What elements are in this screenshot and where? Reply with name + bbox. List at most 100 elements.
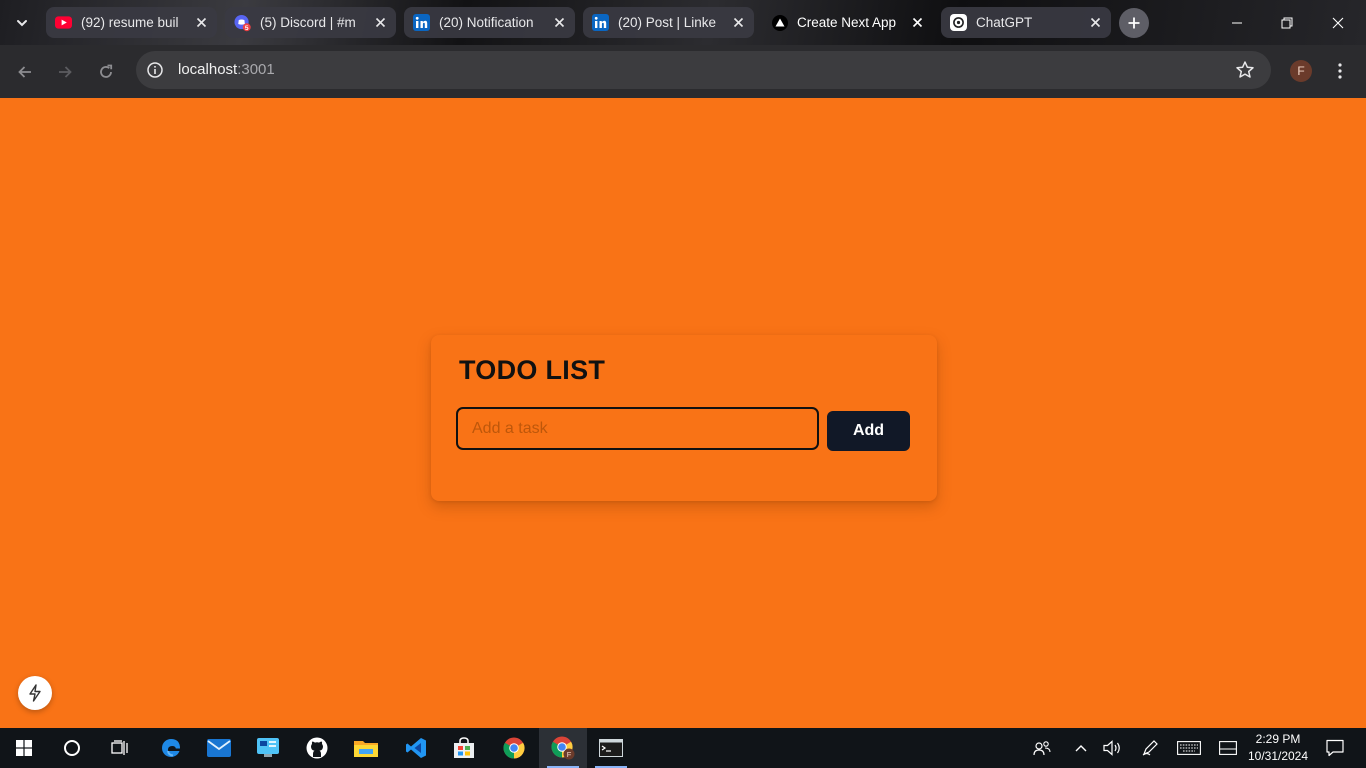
restore-icon <box>1281 17 1293 29</box>
discord-icon: 5 <box>234 14 251 31</box>
taskbar-control-panel[interactable] <box>244 728 292 768</box>
tray-people[interactable] <box>1029 728 1055 768</box>
tab-create-next-app[interactable]: Create Next App <box>762 7 933 38</box>
tab-title: Create Next App <box>797 15 897 30</box>
tab-title: (20) Notification <box>439 15 534 30</box>
control-panel-icon <box>257 738 279 757</box>
file-explorer-icon <box>354 741 378 757</box>
tab-chatgpt[interactable]: ChatGPT <box>941 7 1111 38</box>
clock-date: 10/31/2024 <box>1247 749 1309 763</box>
chatgpt-icon <box>950 14 967 31</box>
search-circle-icon <box>64 740 80 756</box>
task-input[interactable] <box>456 407 819 450</box>
arrow-right-icon <box>59 66 72 78</box>
vscode-icon <box>406 738 426 758</box>
browser-toolbar: localhost:3001 F <box>0 45 1366 98</box>
terminal-icon <box>599 739 623 757</box>
chrome-profile-icon: F <box>551 736 575 760</box>
new-tab-button[interactable] <box>1119 8 1149 38</box>
add-task-button[interactable]: Add <box>827 411 910 451</box>
system-clock[interactable]: 2:29 PM 10/31/2024 <box>1238 731 1318 765</box>
url-host: localhost <box>178 61 238 78</box>
svg-text:F: F <box>567 750 572 759</box>
taskbar-edge[interactable] <box>147 728 195 768</box>
taskbar-chrome[interactable] <box>490 728 538 768</box>
close-icon[interactable] <box>552 15 567 30</box>
url-port: :3001 <box>237 61 275 78</box>
close-window-button[interactable] <box>1315 8 1361 38</box>
windows-start-icon <box>16 740 32 756</box>
page-content: TODO LIST Add <box>0 98 1366 728</box>
url-text: localhost:3001 <box>178 61 275 78</box>
taskbar-github[interactable] <box>293 728 341 768</box>
tab-title: ChatGPT <box>976 15 1033 30</box>
address-bar[interactable]: localhost:3001 <box>136 51 1271 89</box>
notification-icon <box>1326 739 1344 757</box>
reload-icon <box>100 64 113 78</box>
close-icon[interactable] <box>373 15 388 30</box>
svg-text:5: 5 <box>245 24 249 31</box>
restore-button[interactable] <box>1264 8 1310 38</box>
back-button[interactable] <box>10 57 40 87</box>
chevron-up-icon <box>1075 745 1087 752</box>
tab-search-button[interactable] <box>8 9 36 37</box>
tray-notifications[interactable] <box>1320 728 1350 768</box>
task-view-button[interactable] <box>96 728 144 768</box>
close-icon[interactable] <box>731 15 746 30</box>
minimize-button[interactable] <box>1214 8 1260 38</box>
reload-button[interactable] <box>91 57 121 87</box>
tray-show-hidden[interactable] <box>1069 728 1093 768</box>
taskbar-chrome-profile[interactable]: F <box>539 728 587 768</box>
linkedin-icon <box>413 14 430 31</box>
close-icon <box>1332 17 1344 29</box>
taskbar-mail[interactable] <box>195 728 243 768</box>
arrow-left-icon <box>18 66 31 78</box>
taskbar-file-explorer[interactable] <box>342 728 390 768</box>
forward-button[interactable] <box>50 57 80 87</box>
store-icon <box>454 737 474 758</box>
tab-linkedin-notifications[interactable]: (20) Notification <box>404 7 575 38</box>
people-icon <box>1033 741 1051 756</box>
close-icon[interactable] <box>194 15 209 30</box>
edge-icon <box>162 739 180 757</box>
windows-taskbar: F 2:29 PM 10/31/2024 <box>0 728 1366 768</box>
nextjs-dev-indicator[interactable] <box>18 676 52 710</box>
tray-volume[interactable] <box>1100 728 1126 768</box>
github-icon <box>306 737 328 759</box>
close-icon[interactable] <box>1088 15 1103 30</box>
profile-avatar[interactable]: F <box>1290 60 1312 82</box>
tray-keyboard[interactable] <box>1174 728 1204 768</box>
start-button[interactable] <box>0 728 48 768</box>
chrome-icon <box>503 737 525 759</box>
mail-icon <box>207 739 231 757</box>
close-icon[interactable] <box>910 15 925 30</box>
tab-title: (5) Discord | #m <box>260 15 356 30</box>
plus-icon <box>1128 17 1140 29</box>
tab-linkedin-post[interactable]: (20) Post | Linke <box>583 7 754 38</box>
browser-menu-button[interactable] <box>1330 59 1350 83</box>
taskbar-vscode[interactable] <box>392 728 440 768</box>
info-icon[interactable] <box>146 61 164 79</box>
bookmark-star-icon[interactable] <box>1235 60 1255 80</box>
volume-icon <box>1103 740 1120 756</box>
taskbar-store[interactable] <box>440 728 488 768</box>
tab-youtube[interactable]: (92) resume buil <box>46 7 217 38</box>
task-view-icon <box>111 740 128 755</box>
search-button[interactable] <box>48 728 96 768</box>
display-icon <box>1219 741 1237 755</box>
youtube-icon <box>55 14 72 31</box>
tab-title: (92) resume buil <box>81 15 179 30</box>
chevron-down-icon <box>17 20 27 27</box>
page-title: TODO LIST <box>459 355 606 385</box>
taskbar-terminal[interactable] <box>587 728 635 768</box>
vercel-triangle-icon <box>771 14 788 31</box>
tray-pen[interactable] <box>1137 728 1163 768</box>
minimize-icon <box>1232 22 1242 24</box>
lightning-icon <box>29 684 41 702</box>
pen-icon <box>1142 740 1158 756</box>
tab-discord[interactable]: 5 (5) Discord | #m <box>225 7 396 38</box>
tab-strip: (92) resume buil 5 (5) Discord | #m (20)… <box>0 0 1366 45</box>
more-vertical-icon <box>1338 63 1342 79</box>
tab-title: (20) Post | Linke <box>618 15 717 30</box>
linkedin-icon <box>592 14 609 31</box>
